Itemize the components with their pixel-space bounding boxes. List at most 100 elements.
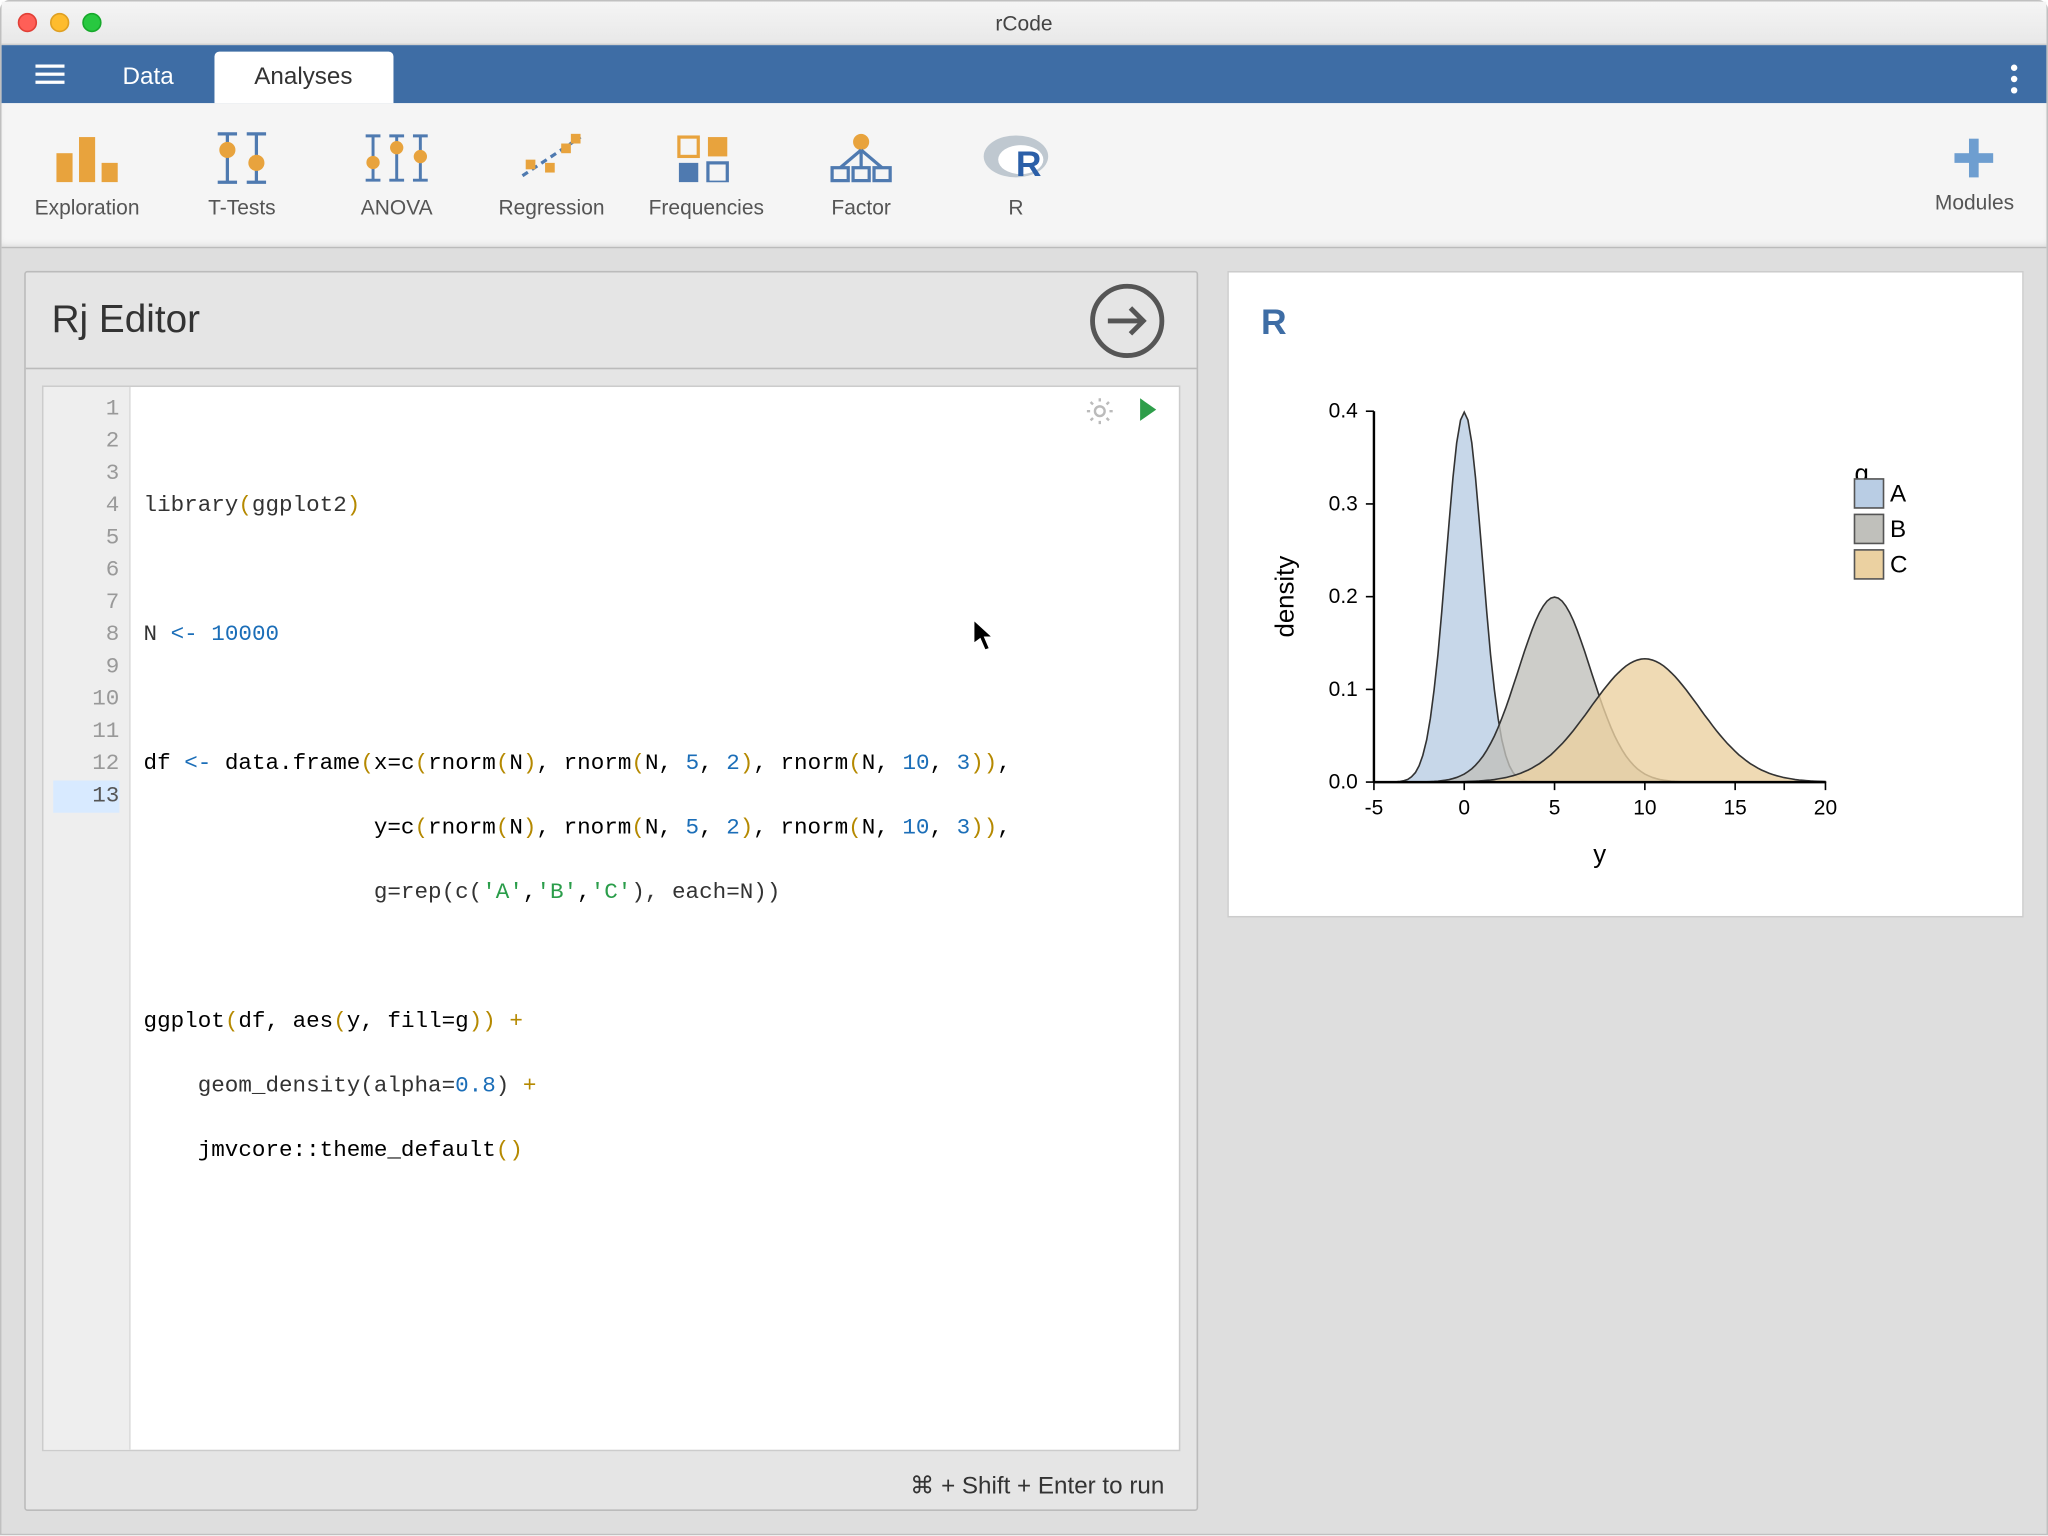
x-tick-label: -5 (1365, 796, 1384, 819)
r-button[interactable]: R R (943, 131, 1088, 220)
modules-button[interactable]: Modules (1935, 135, 2014, 214)
play-icon[interactable] (1137, 397, 1160, 423)
frequencies-icon (671, 131, 742, 186)
run-button[interactable] (1090, 283, 1164, 357)
code-content[interactable]: library(ggplot2) N <- 10000 df <- data.f… (131, 387, 1179, 1450)
line-number: 5 (53, 522, 119, 554)
line-number: 2 (53, 426, 119, 458)
code-line[interactable]: ggplot(df, aes(y, fill=g)) + (144, 1006, 1166, 1038)
ttests-icon (206, 131, 277, 186)
y-tick-label: 0.1 (1329, 678, 1358, 701)
line-number: 10 (53, 684, 119, 716)
run-hint: ⌘ + Shift + Enter to run (26, 1467, 1197, 1509)
line-number: 11 (53, 716, 119, 748)
output-panel: R -5051015200.00.10.20.30.4ydensitygABC (1224, 248, 2046, 1533)
ribbon-tabs: Data Analyses (2, 45, 2047, 103)
menu-button[interactable] (18, 45, 83, 103)
legend-label: A (1890, 481, 1907, 508)
editor-panel: Rj Editor 12345678910111213 library(ggpl… (2, 248, 1215, 1533)
code-line[interactable] (144, 1200, 1166, 1232)
line-number: 1 (53, 393, 119, 425)
code-toolbar (1085, 397, 1159, 426)
editor-title: Rj Editor (52, 298, 200, 343)
factor-icon (826, 131, 897, 186)
y-tick-label: 0.0 (1329, 771, 1358, 794)
code-line[interactable] (144, 426, 1166, 458)
y-tick-label: 0.3 (1329, 492, 1358, 515)
ttests-button[interactable]: T-Tests (169, 131, 314, 220)
regression-label: Regression (498, 195, 604, 219)
exploration-icon (52, 131, 123, 186)
mouse-cursor-icon (972, 618, 998, 653)
r-label: R (1008, 195, 1023, 219)
editor-header: Rj Editor (26, 273, 1197, 370)
r-icon: R (980, 131, 1051, 186)
line-number: 8 (53, 619, 119, 651)
x-axis-label: y (1593, 841, 1606, 869)
line-number: 13 (53, 780, 119, 812)
x-tick-label: 10 (1633, 796, 1656, 819)
code-line[interactable]: N <- 10000 (144, 619, 1166, 651)
anova-button[interactable]: ANOVA (324, 131, 469, 220)
y-axis-label: density (1271, 556, 1299, 638)
regression-button[interactable]: Regression (479, 131, 624, 220)
y-tick-label: 0.4 (1329, 400, 1358, 423)
hamburger-icon (35, 65, 64, 84)
x-tick-label: 0 (1458, 796, 1470, 819)
modules-label: Modules (1935, 190, 2014, 214)
window-title: rCode (2, 10, 2047, 34)
legend-label: C (1890, 551, 1907, 578)
exploration-button[interactable]: Exploration (15, 131, 160, 220)
line-number: 9 (53, 651, 119, 683)
code-line[interactable]: y=c(rnorm(N), rnorm(N, 5, 2), rnorm(N, 1… (144, 813, 1166, 845)
code-line[interactable]: library(ggplot2) (144, 490, 1166, 522)
code-line[interactable] (144, 684, 1166, 716)
settings-icon[interactable] (1085, 397, 1114, 426)
panel-divider[interactable] (1214, 248, 1224, 1533)
density-plot: -5051015200.00.10.20.30.4ydensitygABC (1261, 363, 2003, 879)
more-options-button[interactable] (2004, 58, 2023, 100)
plus-icon (1952, 135, 1997, 180)
legend-label: B (1890, 516, 1906, 543)
editor-card: Rj Editor 12345678910111213 library(ggpl… (24, 271, 1198, 1511)
anova-label: ANOVA (361, 195, 433, 219)
anova-icon (361, 131, 432, 186)
frequencies-button[interactable]: Frequencies (634, 131, 779, 220)
exploration-label: Exploration (35, 195, 140, 219)
code-line[interactable]: geom_density(alpha=0.8) + (144, 1071, 1166, 1103)
regression-icon (516, 131, 587, 186)
svg-text:R: R (1016, 144, 1042, 184)
tab-data[interactable]: Data (82, 52, 214, 104)
ttests-label: T-Tests (208, 195, 276, 219)
line-gutter: 12345678910111213 (44, 387, 131, 1450)
frequencies-label: Frequencies (649, 195, 764, 219)
legend-swatch (1854, 514, 1883, 543)
y-tick-label: 0.2 (1329, 585, 1358, 608)
titlebar: rCode (2, 2, 2047, 46)
legend-swatch (1854, 550, 1883, 579)
legend-swatch (1854, 479, 1883, 508)
toolbar: Exploration T-Tests (2, 103, 2047, 248)
code-line[interactable]: g=rep(c('A','B','C'), each=N)) (144, 877, 1166, 909)
x-tick-label: 15 (1724, 796, 1747, 819)
factor-label: Factor (831, 195, 890, 219)
output-title: R (1261, 302, 2000, 344)
line-number: 7 (53, 587, 119, 619)
arrow-right-icon (1105, 304, 1150, 336)
code-line[interactable]: df <- data.frame(x=c(rnorm(N), rnorm(N, … (144, 748, 1166, 780)
app-window: rCode Data Analyses Exploration (0, 0, 2048, 1535)
output-card: R -5051015200.00.10.20.30.4ydensitygABC (1227, 271, 2024, 918)
factor-button[interactable]: Factor (789, 131, 934, 220)
line-number: 3 (53, 458, 119, 490)
code-line[interactable] (144, 942, 1166, 974)
line-number: 12 (53, 748, 119, 780)
code-editor[interactable]: 12345678910111213 library(ggplot2) N <- … (42, 385, 1180, 1451)
code-line[interactable] (144, 555, 1166, 587)
x-tick-label: 5 (1549, 796, 1561, 819)
workspace: Rj Editor 12345678910111213 library(ggpl… (2, 248, 2047, 1533)
line-number: 6 (53, 555, 119, 587)
line-number: 4 (53, 490, 119, 522)
code-line[interactable]: jmvcore::theme_default() (144, 1135, 1166, 1167)
x-tick-label: 20 (1814, 796, 1837, 819)
tab-analyses[interactable]: Analyses (214, 52, 393, 104)
